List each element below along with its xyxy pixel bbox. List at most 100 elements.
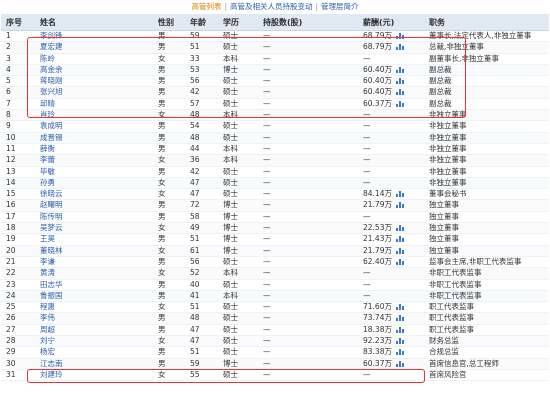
bar-chart-icon[interactable] [395,191,404,198]
tab-management-profile[interactable]: 管理层简介 [321,2,359,11]
executive-name-link[interactable]: 董晓林 [40,246,63,255]
executive-name-link[interactable]: 薛衡 [40,144,55,153]
cell-position: 副总裁 [424,98,549,111]
bar-chart-icon[interactable] [395,202,404,209]
executive-name-link[interactable]: 夏宏建 [40,42,63,51]
tab-executive-list[interactable]: 高管列表 [191,2,221,11]
cell-name: 毕敏 [35,166,153,178]
executive-name-link[interactable]: 程惠 [40,302,55,311]
cell-name: 程惠 [35,301,153,314]
bar-chart-icon[interactable] [395,360,404,367]
cell-education: 硕士 [218,98,258,111]
cell-gender-text: 女 [158,110,166,120]
cell-index-text: 9 [6,121,11,131]
cell-education-text: 博士 [223,234,238,244]
executive-name-link[interactable]: 高金余 [40,65,63,74]
cell-shares-text: — [263,143,271,153]
bar-chart-icon[interactable] [395,258,404,265]
executive-name-link[interactable]: 李蕾 [40,155,55,164]
executive-name-link[interactable]: 邱晴 [40,99,55,108]
cell-index-text: 5 [6,76,11,86]
executive-name-link[interactable]: 田志华 [40,280,63,289]
cell-position-text: 总裁,非独立董事 [429,42,484,52]
bar-chart-icon[interactable] [395,338,404,345]
cell-gender: 男 [153,120,185,133]
executive-name-link[interactable]: 陈传明 [40,212,63,221]
executive-name-link[interactable]: 鲁振国 [40,291,63,300]
table-row: 2 夏宏建 男 51 硕士 — 68.79万 总裁,非独立董事 [1,41,549,54]
cell-salary: — [358,290,424,303]
bar-chart-icon[interactable] [395,315,404,322]
executive-name-link[interactable]: 袁成明 [40,121,63,130]
bar-chart-icon[interactable] [395,78,404,85]
cell-position: 非独立董事 [424,120,549,133]
executive-name-link[interactable]: 李谦 [40,257,55,266]
executive-name-link[interactable]: 周超 [40,325,55,334]
cell-salary: — [358,369,424,382]
cell-salary-text: 73.74万 [363,313,392,323]
table-row: 5 蒋晓刚 男 56 硕士 — 60.40万 副总裁 [1,75,549,88]
cell-index: 24 [1,290,35,303]
executive-name-link[interactable]: 陈岭 [40,54,55,63]
executive-name-link[interactable]: 江志南 [40,359,63,368]
cell-education: 硕士 [218,335,258,348]
tab-shareholding-changes[interactable]: 高管及相关人员持股变动 [230,2,313,11]
cell-salary-text: — [363,121,371,131]
cell-age: 55 [185,369,218,382]
executive-name-link[interactable]: 刘宁 [40,336,55,345]
executive-name-link[interactable]: 李剑锋 [40,31,63,40]
cell-age: 42 [185,86,218,99]
cell-name: 徐晓云 [35,188,153,201]
cell-age-text: 44 [190,143,200,153]
cell-education: 硕士 [218,312,258,325]
cell-salary-text: 68.79万 [363,31,392,40]
cell-education: 硕士 [218,166,258,178]
cell-education: 硕士 [218,75,258,88]
cell-salary-text: 62.40万 [363,256,392,266]
executive-name-link[interactable]: 蒋晓刚 [40,76,63,85]
cell-name: 李谦 [35,256,153,269]
cell-education: 博士 [218,211,258,224]
executive-name-link[interactable]: 肖玲 [40,110,55,119]
bar-chart-icon[interactable] [395,326,404,333]
cell-index: 4 [1,64,35,77]
executive-name-link[interactable]: 李伟 [40,313,55,322]
bar-chart-icon[interactable] [395,89,404,96]
bar-chart-icon[interactable] [395,349,404,356]
executive-name-link[interactable]: 王昊 [40,234,55,243]
bar-chart-icon[interactable] [395,66,404,73]
cell-education-text: 博士 [223,211,238,221]
cell-gender: 男 [153,143,185,156]
executive-name-link[interactable]: 杨宏 [40,347,55,356]
cell-index: 17 [1,211,35,224]
cell-salary: 21.79万 [358,199,424,212]
executive-name-link[interactable]: 张兴旭 [40,87,63,96]
cell-gender-text: 男 [158,64,166,74]
executive-name-link[interactable]: 成晋锡 [40,133,63,142]
cell-index-text: 12 [6,155,16,165]
cell-gender-text: 男 [158,87,166,97]
executive-name-link[interactable]: 徐晓云 [40,189,63,198]
bar-chart-icon[interactable] [395,44,404,51]
cell-age-text: 56 [190,256,200,266]
bar-chart-icon[interactable] [395,225,404,232]
executive-name-link[interactable]: 毕敏 [40,167,55,176]
executive-name-link[interactable]: 刘建玲 [40,370,63,379]
cell-index: 9 [1,120,35,133]
executive-name-link[interactable]: 黄涛 [40,268,55,277]
cell-index-text: 1 [6,31,11,40]
cell-age-text: 51 [190,302,200,312]
bar-chart-icon[interactable] [395,100,404,107]
bar-chart-icon[interactable] [395,304,404,311]
cell-age: 53 [185,64,218,77]
cell-gender: 男 [153,86,185,99]
bar-chart-icon[interactable] [395,236,404,243]
executive-name-link[interactable]: 赵曙明 [40,200,63,209]
bar-chart-icon[interactable] [395,247,404,254]
cell-gender-text: 男 [158,324,166,334]
executive-name-link[interactable]: 孙勇 [40,178,55,187]
bar-chart-icon[interactable] [395,33,404,39]
cell-position-text: 非独立董事 [429,121,467,131]
executive-name-link[interactable]: 吴梦云 [40,223,63,232]
cell-shares-text: — [263,256,271,266]
